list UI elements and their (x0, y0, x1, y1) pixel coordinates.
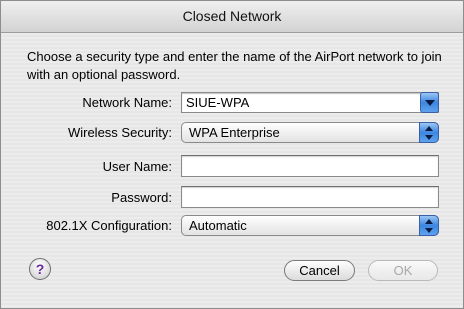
wireless-security-value: WPA Enterprise (189, 125, 280, 140)
user-name-label: User Name: (102, 159, 172, 174)
chevron-down-icon (425, 100, 435, 106)
up-down-arrows-icon (425, 126, 433, 140)
password-label: Password: (111, 190, 172, 205)
ok-button[interactable]: OK (368, 260, 438, 281)
dialog-description: Choose a security type and enter the nam… (27, 49, 442, 82)
network-name-value[interactable]: SIUE-WPA (186, 95, 249, 110)
wireless-security-popup[interactable]: WPA Enterprise (181, 122, 439, 143)
cancel-button[interactable]: Cancel (284, 260, 355, 281)
network-name-combobox[interactable]: SIUE-WPA (181, 92, 439, 113)
window-title: Closed Network (1, 1, 463, 33)
password-field[interactable] (181, 186, 439, 208)
user-name-field[interactable] (181, 155, 439, 177)
wireless-security-stepper[interactable] (419, 122, 439, 143)
closed-network-dialog: Closed Network Choose a security type an… (0, 0, 464, 309)
config-8021x-stepper[interactable] (419, 215, 439, 236)
config-8021x-value: Automatic (189, 218, 247, 233)
up-down-arrows-icon (425, 219, 433, 233)
config-8021x-label: 802.1X Configuration: (46, 218, 172, 233)
help-button[interactable]: ? (29, 258, 51, 280)
network-name-dropdown-button[interactable] (420, 92, 439, 113)
config-8021x-popup[interactable]: Automatic (181, 215, 439, 236)
network-name-label: Network Name: (82, 95, 172, 110)
wireless-security-label: Wireless Security: (67, 125, 172, 140)
